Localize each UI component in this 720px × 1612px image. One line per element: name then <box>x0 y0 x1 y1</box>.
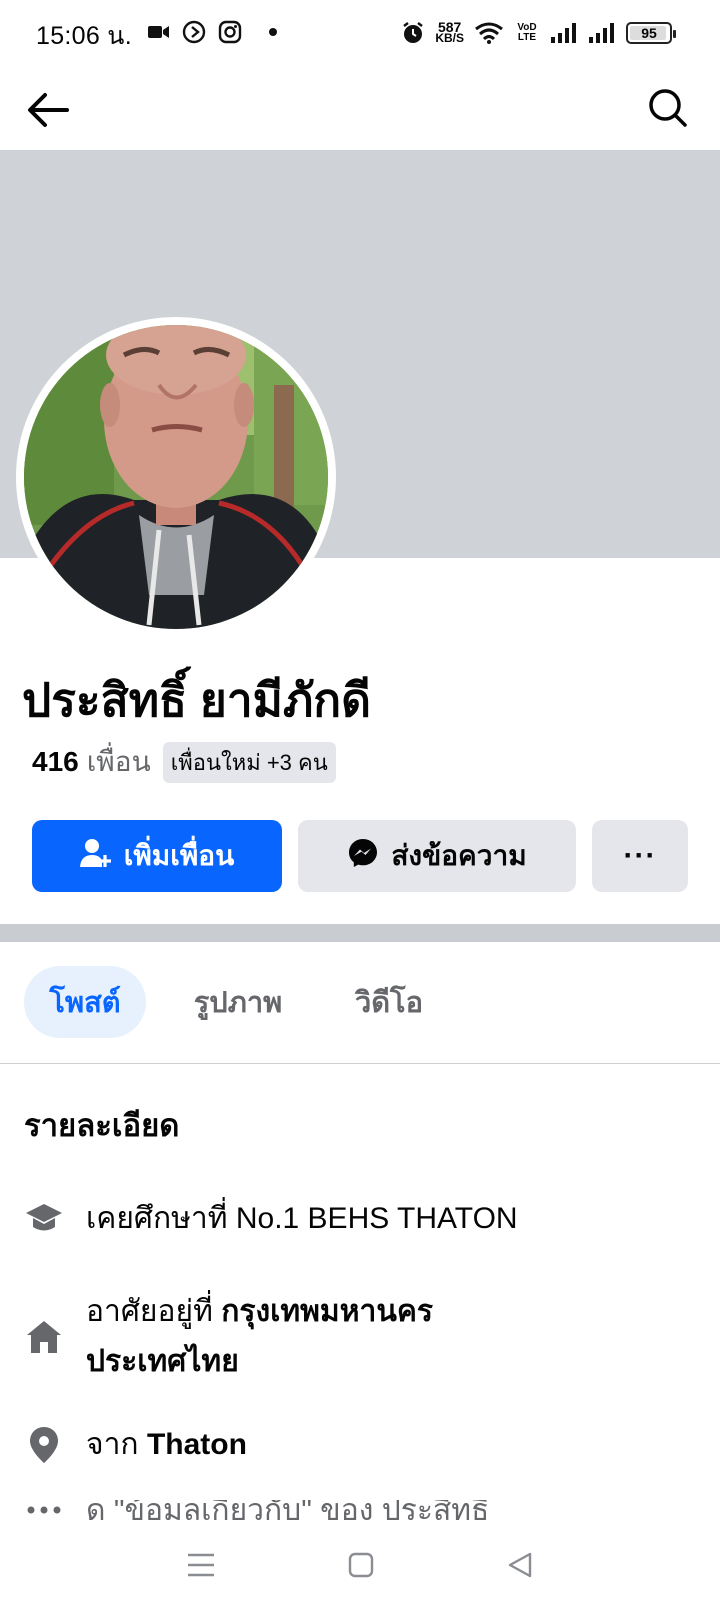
signal-icon <box>550 22 578 44</box>
detail-see-about[interactable]: ดู "ข้อมูลเกี่ยวกับ" ของ ประสิทธิ์ <box>24 1500 489 1520</box>
volte-indicator: VoD LTE <box>517 22 537 43</box>
more-dots-icon: ··· <box>623 839 657 872</box>
profile-name: ประสิทธิ์ ยามีภักดี <box>22 674 372 726</box>
search-icon[interactable] <box>644 84 692 132</box>
friends-count: 416 <box>32 746 79 777</box>
play-circle-icon <box>182 20 206 44</box>
video-camera-icon <box>148 24 170 40</box>
detail-education: เคยศึกษาที่ No.1 BEHS THATON <box>24 1194 518 1244</box>
profile-tabs: โพสต์ รูปภาพ วิดีโอ <box>0 942 720 1064</box>
friends-summary[interactable]: 416 เพื่อน เพื่อนใหม่ +3 คน <box>32 740 336 784</box>
alarm-icon <box>401 21 425 45</box>
status-right-icons: 587 KB/S VoD LTE 95 <box>401 18 676 48</box>
add-friend-label: เพิ่มเพื่อน <box>123 840 235 871</box>
status-left-icons <box>148 20 278 44</box>
add-person-icon <box>79 837 112 876</box>
status-bar: 15:06 น. 587 KB/S VoD LTE 95 <box>0 0 720 66</box>
graduation-cap-icon <box>24 1194 64 1244</box>
friends-label: เพื่อน <box>86 746 151 777</box>
new-friends-badge: เพื่อนใหม่ +3 คน <box>162 741 336 783</box>
messenger-icon <box>347 837 379 876</box>
from-place[interactable]: Thaton <box>147 1428 247 1461</box>
see-about-text: ดู "ข้อมูลเกี่ยวกับ" ของ ประสิทธิ์ <box>86 1500 490 1520</box>
add-friend-button[interactable]: เพิ่มเพื่อน <box>32 820 282 892</box>
section-divider <box>0 924 720 942</box>
tab-videos[interactable]: วิดีโอ <box>334 966 444 1038</box>
signal-icon-2 <box>588 22 616 44</box>
status-time: 15:06 น. <box>36 22 132 50</box>
details-heading: รายละเอียด <box>24 1108 180 1143</box>
profile-avatar[interactable] <box>24 325 328 629</box>
more-dots-icon <box>24 1500 64 1520</box>
wifi-icon <box>474 21 504 45</box>
from-text: จาก Thaton <box>86 1428 247 1461</box>
location-pin-icon <box>24 1420 64 1470</box>
tab-posts[interactable]: โพสต์ <box>24 966 146 1038</box>
instagram-icon <box>218 20 242 44</box>
message-button[interactable]: ส่งข้อความ <box>298 820 576 892</box>
system-nav-bar <box>0 1522 720 1612</box>
home-square-icon[interactable] <box>347 1551 375 1584</box>
back-triangle-icon[interactable] <box>506 1551 534 1584</box>
battery-icon: 95 <box>626 22 676 44</box>
avatar-photo <box>24 325 328 629</box>
top-bar <box>0 66 720 150</box>
back-arrow-icon[interactable] <box>24 86 72 134</box>
network-speed: 587 KB/S <box>435 19 464 45</box>
detail-from: จาก Thaton <box>24 1420 247 1470</box>
lives-in-text: อาศัยอยู่ที่ กรุงเทพมหานคร ประเทศไทย <box>86 1295 434 1378</box>
tab-photos[interactable]: รูปภาพ <box>178 966 298 1038</box>
detail-lives-in: อาศัยอยู่ที่ กรุงเทพมหานคร ประเทศไทย <box>24 1287 506 1387</box>
recents-menu-icon[interactable] <box>186 1552 216 1583</box>
education-text: เคยศึกษาที่ No.1 BEHS THATON <box>86 1202 518 1235</box>
home-icon <box>24 1287 64 1387</box>
notification-dot-icon <box>268 27 278 37</box>
more-options-button[interactable]: ··· <box>592 820 688 892</box>
message-label: ส่งข้อความ <box>391 840 527 871</box>
